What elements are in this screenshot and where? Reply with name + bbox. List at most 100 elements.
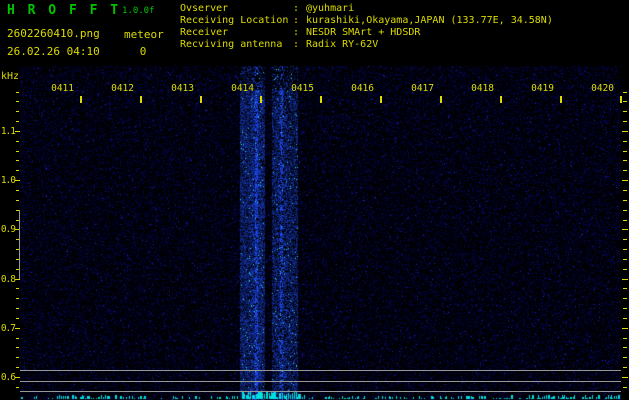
freq-tick-minor-left: [16, 141, 19, 142]
freq-tick-minor-right: [623, 200, 627, 201]
left-marker-segment: [19, 210, 20, 279]
freq-tick-minor-left: [16, 200, 19, 201]
freq-tick-minor-left: [16, 92, 19, 93]
time-tick-label: 0412: [111, 83, 134, 94]
freq-tick-minor-right: [623, 239, 627, 240]
freq-tick-major-right: [622, 229, 628, 230]
output-filename: 2602260410.png: [7, 27, 100, 40]
time-tick: [380, 96, 382, 103]
info-row-location: Receiving Location : kurashiki,Okayama,J…: [180, 15, 553, 26]
freq-tick-minor-right: [623, 259, 627, 260]
freq-tick-minor-right: [623, 298, 627, 299]
time-tick: [560, 96, 562, 103]
time-tick-label: 0420: [591, 83, 614, 94]
freq-tick-major-left: [15, 180, 20, 181]
time-tick-label: 0413: [171, 83, 194, 94]
freq-tick-minor-left: [16, 387, 19, 388]
info-row-antenna: Recviving antenna : Radix RY-62V: [180, 39, 378, 50]
freq-tick-minor-left: [16, 111, 19, 112]
freq-tick-major-right: [622, 377, 628, 378]
meteor-count-label: meteor: [124, 28, 164, 41]
freq-tick-minor-left: [16, 190, 19, 191]
freq-tick-label: 1.0: [0, 175, 16, 186]
info-separator: :: [293, 39, 300, 50]
freq-tick-minor-left: [16, 338, 19, 339]
time-tick-label: 0411: [51, 83, 74, 94]
freq-tick-minor-right: [623, 92, 627, 93]
freq-tick-minor-left: [16, 308, 19, 309]
freq-tick-minor-right: [623, 249, 627, 250]
freq-tick-minor-right: [623, 141, 627, 142]
freq-tick-minor-left: [16, 298, 19, 299]
time-tick: [140, 96, 142, 103]
freq-tick-minor-left: [16, 151, 19, 152]
freq-tick-minor-right: [623, 121, 627, 122]
info-label: Ovserver: [180, 3, 229, 14]
freq-tick-minor-right: [623, 190, 627, 191]
freq-tick-minor-left: [16, 288, 19, 289]
freq-tick-minor-right: [623, 269, 627, 270]
freq-tick-major-right: [622, 180, 628, 181]
freq-tick-minor-left: [16, 160, 19, 161]
time-tick: [500, 96, 502, 103]
freq-tick-minor-right: [623, 160, 627, 161]
time-tick: [80, 96, 82, 103]
reference-line: [20, 370, 621, 371]
time-tick: [620, 96, 622, 103]
freq-tick-minor-right: [623, 101, 627, 102]
freq-tick-minor-right: [623, 210, 627, 211]
info-value: kurashiki,Okayama,JAPAN (133.77E, 34.58N…: [306, 15, 553, 26]
freq-tick-major-left: [15, 377, 20, 378]
freq-tick-minor-right: [623, 151, 627, 152]
time-tick: [260, 96, 262, 103]
app-title: H R O F F T: [7, 3, 121, 18]
time-tick: [440, 96, 442, 103]
time-tick-label: 0416: [351, 83, 374, 94]
freq-tick-minor-left: [16, 357, 19, 358]
info-label: Receiver: [180, 27, 229, 38]
freq-tick-minor-right: [623, 288, 627, 289]
hrofft-screen: kHz 0411 0412 0413 0414 0415 0416 0417 0418 0419 0…: [0, 0, 629, 400]
freq-tick-minor-left: [16, 121, 19, 122]
reference-line: [20, 381, 621, 382]
freq-tick-major-left: [15, 131, 20, 132]
freq-tick-minor-right: [623, 387, 627, 388]
info-label: Receiving Location: [180, 15, 289, 26]
freq-tick-minor-right: [623, 111, 627, 112]
freq-tick-major-left: [15, 328, 20, 329]
freq-tick-minor-right: [623, 170, 627, 171]
time-tick-label: 0417: [411, 83, 434, 94]
info-value: @yuhmari: [306, 3, 355, 14]
freq-tick-label: 0.6: [0, 372, 16, 383]
time-tick-label: 0418: [471, 83, 494, 94]
freq-tick-minor-right: [623, 318, 627, 319]
info-separator: :: [293, 3, 300, 14]
freq-tick-minor-right: [623, 347, 627, 348]
freq-axis-unit-label: kHz: [1, 71, 20, 82]
info-separator: :: [293, 15, 300, 26]
time-tick: [200, 96, 202, 103]
freq-tick-minor-right: [623, 220, 627, 221]
info-label: Recviving antenna: [180, 39, 283, 50]
time-tick-label: 0419: [531, 83, 554, 94]
freq-tick-label: 0.9: [0, 224, 16, 235]
info-value: NESDR SMArt + HDSDR: [306, 27, 421, 38]
freq-tick-minor-left: [16, 170, 19, 171]
freq-tick-minor-right: [623, 338, 627, 339]
reference-line: [20, 391, 621, 392]
freq-tick-minor-left: [16, 367, 19, 368]
freq-tick-minor-right: [623, 357, 627, 358]
time-tick-label: 0414: [231, 83, 254, 94]
freq-tick-minor-right: [623, 308, 627, 309]
header: H R O F F T 1.0.0f 2602260410.png meteor…: [0, 0, 629, 66]
time-tick-label: 0415: [291, 83, 314, 94]
meteor-count-value: 0: [139, 45, 147, 58]
freq-tick-label: 0.7: [0, 323, 16, 334]
info-row-observer: Ovserver : @yuhmari: [180, 3, 354, 14]
info-value: Radix RY-62V: [306, 39, 379, 50]
freq-tick-minor-left: [16, 101, 19, 102]
freq-tick-label: 1.1: [0, 126, 16, 137]
time-tick: [320, 96, 322, 103]
freq-tick-major-left: [15, 279, 20, 280]
freq-tick-major-right: [622, 131, 628, 132]
